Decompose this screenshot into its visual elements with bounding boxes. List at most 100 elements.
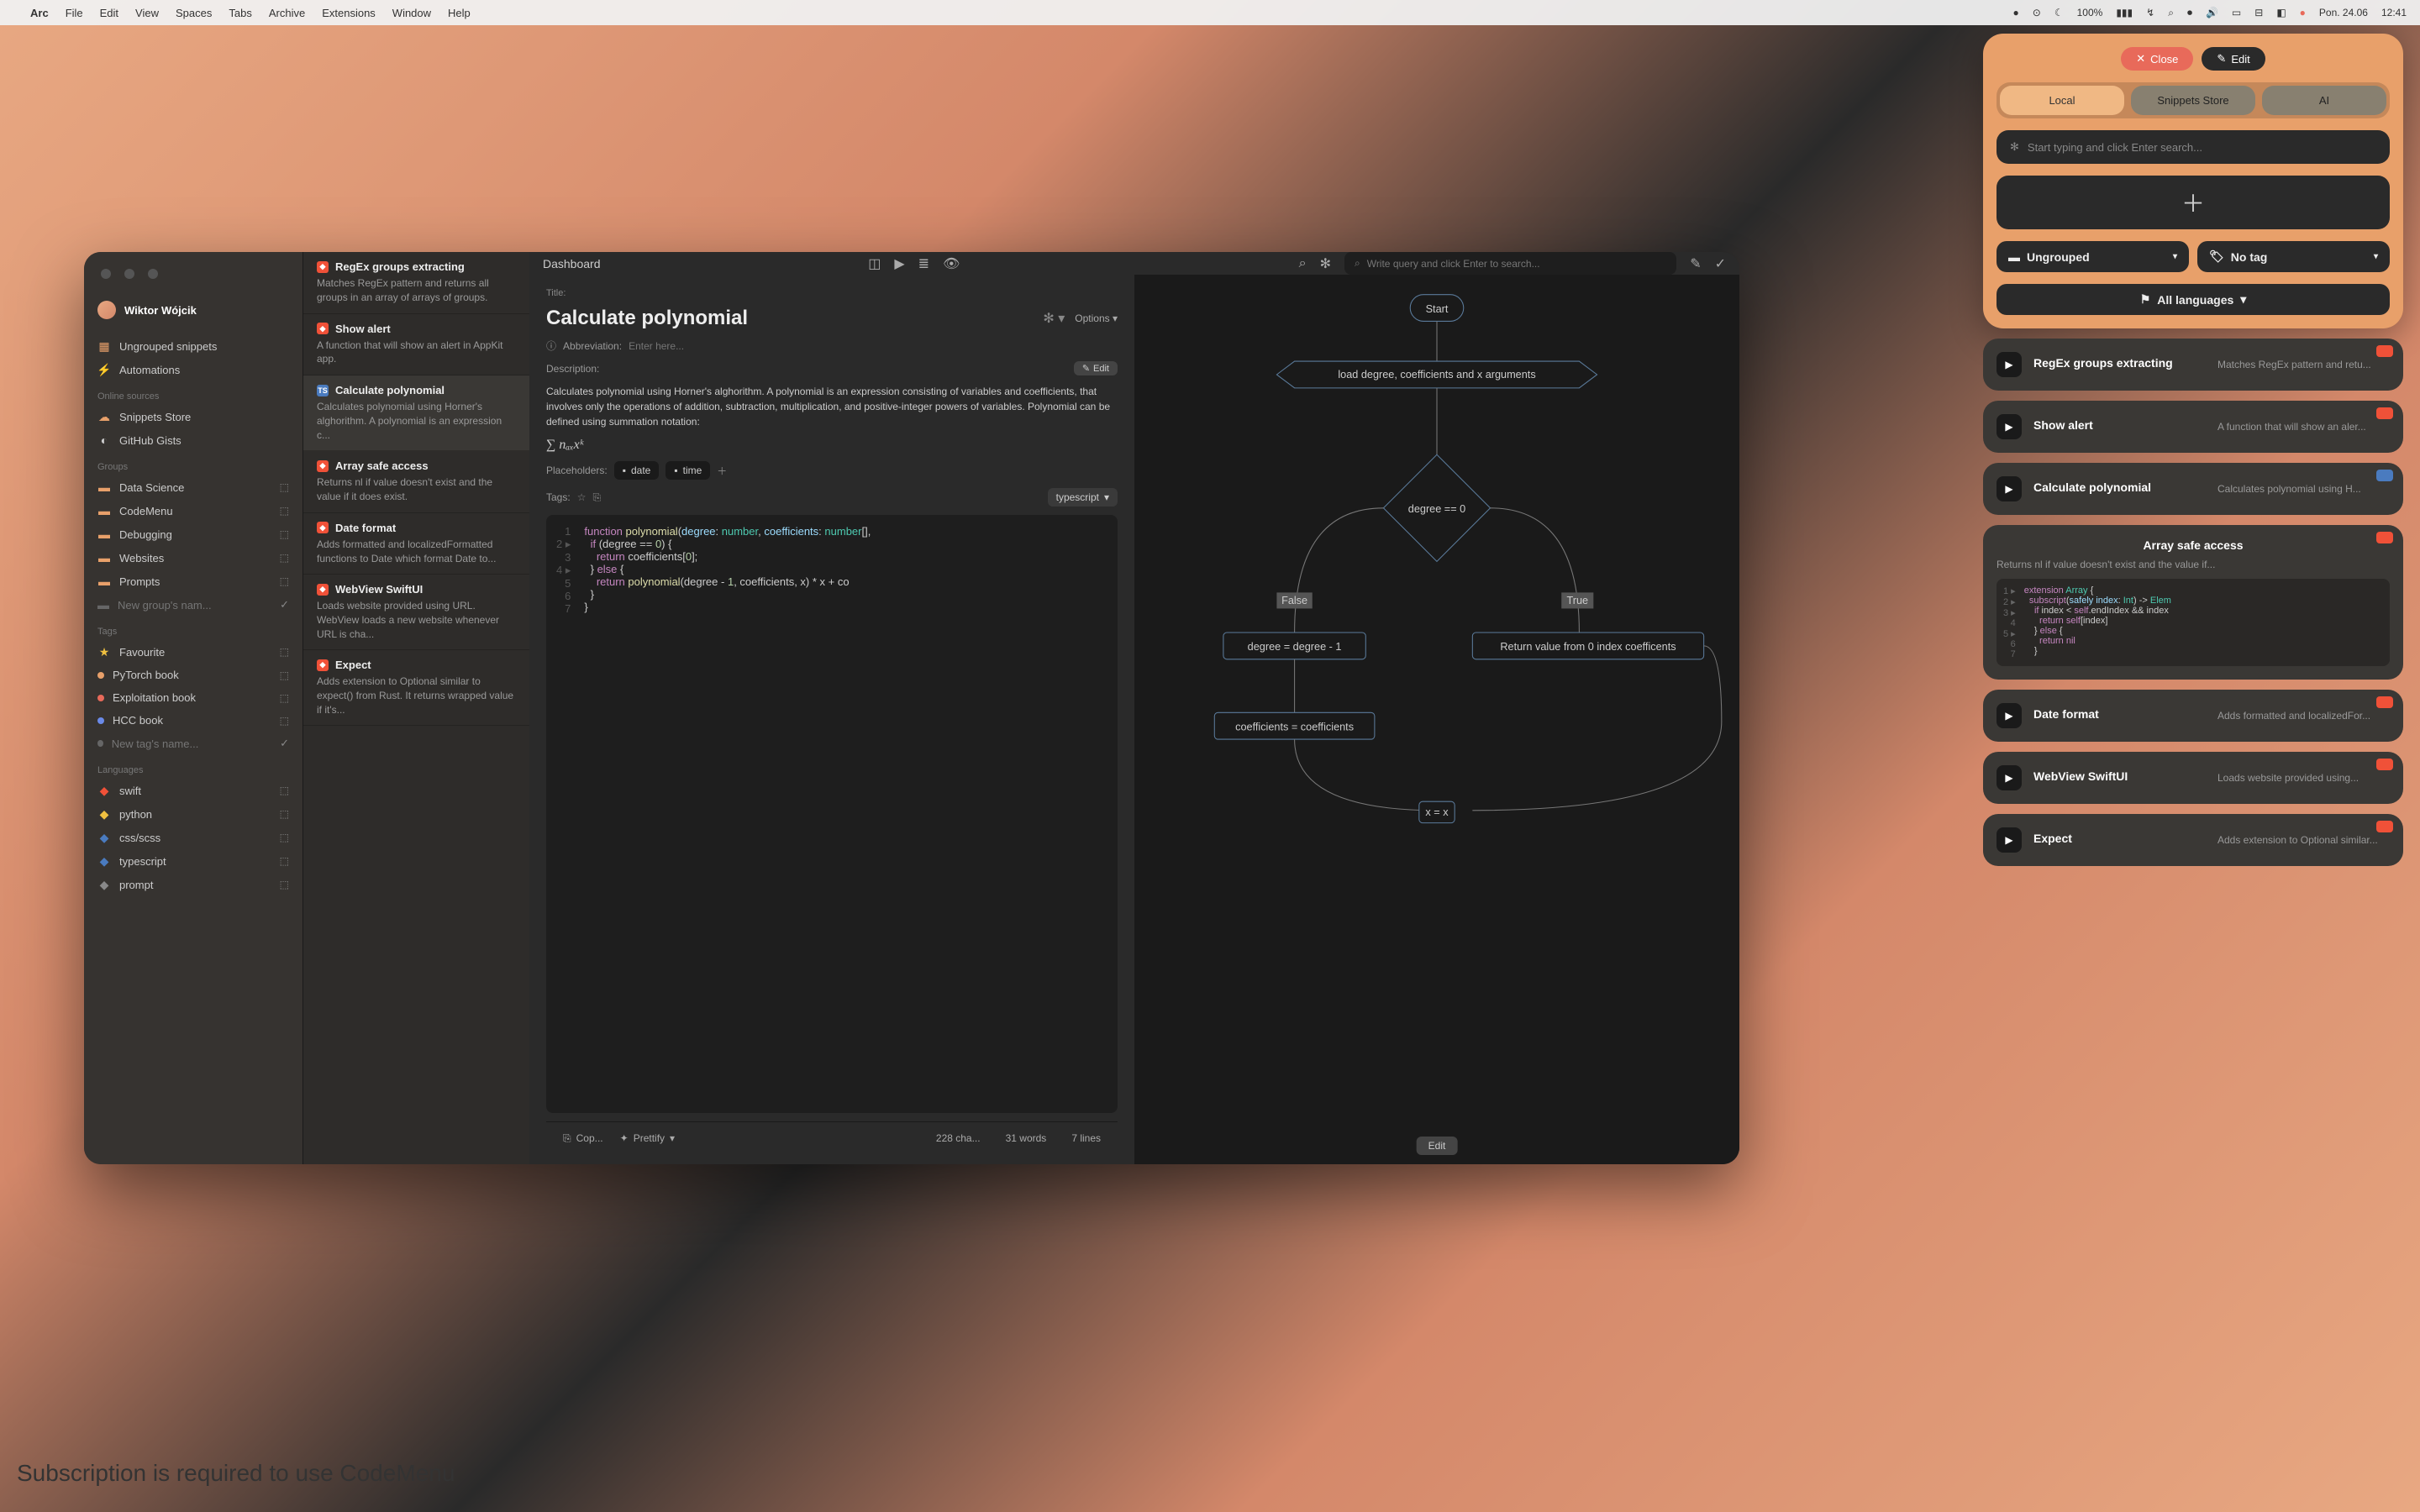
- volume-icon[interactable]: 🔊: [2206, 7, 2218, 18]
- play-button[interactable]: ▶: [1996, 414, 2022, 439]
- new-tag-input[interactable]: ✓: [84, 732, 302, 755]
- placeholder-chip[interactable]: ▪ time: [666, 461, 710, 480]
- language-select[interactable]: typescript ▾: [1048, 488, 1118, 507]
- snippet-card[interactable]: ▶Calculate polynomialCalculates polynomi…: [1983, 463, 2403, 515]
- abbreviation-input[interactable]: [629, 340, 759, 352]
- eye-icon[interactable]: 👁: [943, 255, 960, 272]
- menu-extensions[interactable]: Extensions: [322, 7, 376, 19]
- play-button[interactable]: ▶: [1996, 827, 2022, 853]
- add-placeholder[interactable]: ＋: [717, 464, 727, 478]
- group-item[interactable]: ▬Data Science⬚: [84, 475, 302, 499]
- nav-github-gists[interactable]: ◐GitHub Gists: [84, 428, 302, 452]
- search-icon[interactable]: ⌕: [2168, 7, 2174, 19]
- play-button[interactable]: ▶: [1996, 765, 2022, 790]
- tab-store[interactable]: Snippets Store: [2131, 86, 2255, 115]
- panel-search[interactable]: ✻Start typing and click Enter search...: [1996, 130, 2390, 164]
- edit-description-button[interactable]: ✎ Edit: [1074, 361, 1118, 375]
- menu-spaces[interactable]: Spaces: [176, 7, 212, 19]
- app-name[interactable]: Arc: [30, 7, 49, 19]
- date[interactable]: Pon. 24.06: [2319, 7, 2368, 18]
- time[interactable]: 12:41: [2381, 7, 2407, 18]
- maximize-window[interactable]: [148, 269, 158, 279]
- search-icon[interactable]: ⌕: [1299, 256, 1307, 271]
- snippet-card-expanded[interactable]: Array safe access Returns nl if value do…: [1983, 525, 2403, 680]
- tray-icon[interactable]: ▭: [2232, 7, 2241, 18]
- brain-icon[interactable]: ✻: [1320, 255, 1331, 272]
- group-item[interactable]: ▬Prompts⬚: [84, 570, 302, 593]
- group-filter[interactable]: ▬Ungrouped▾: [1996, 241, 2189, 272]
- menu-tabs[interactable]: Tabs: [229, 7, 251, 19]
- play-button[interactable]: ▶: [1996, 703, 2022, 728]
- tag-item[interactable]: PyTorch book⬚: [84, 664, 302, 686]
- check-icon[interactable]: ✓: [1715, 255, 1726, 272]
- snippet-item[interactable]: ◆ExpectAdds extension to Optional simila…: [303, 650, 529, 726]
- tag-item[interactable]: HCC book⬚: [84, 709, 302, 732]
- snippet-item[interactable]: ◆RegEx groups extractingMatches RegEx pa…: [303, 252, 529, 314]
- new-group-field[interactable]: [118, 599, 271, 612]
- group-item[interactable]: ▬Debugging⬚: [84, 522, 302, 546]
- menu-help[interactable]: Help: [448, 7, 471, 19]
- tag-item[interactable]: ★Favourite⬚: [84, 640, 302, 664]
- menu-window[interactable]: Window: [392, 7, 431, 19]
- play-icon[interactable]: ▶: [894, 255, 904, 272]
- play-button[interactable]: ▶: [1996, 476, 2022, 501]
- tab-local[interactable]: Local: [2000, 86, 2124, 115]
- bluetooth-icon[interactable]: ↯: [2146, 7, 2154, 18]
- snippet-card[interactable]: ▶Date formatAdds formatted and localized…: [1983, 690, 2403, 742]
- menu-edit[interactable]: Edit: [100, 7, 118, 19]
- minimize-window[interactable]: [124, 269, 134, 279]
- snippet-item[interactable]: ◆WebView SwiftUILoads website provided u…: [303, 575, 529, 650]
- nav-snippets-store[interactable]: ☁Snippets Store: [84, 405, 302, 428]
- app-icon[interactable]: ◧: [2276, 7, 2286, 18]
- lang-item[interactable]: ◆python⬚: [84, 802, 302, 826]
- check-icon[interactable]: ✓: [280, 737, 289, 750]
- edit-button[interactable]: ✎ Edit: [2202, 47, 2265, 71]
- new-group-input[interactable]: ▬✓: [84, 593, 302, 617]
- link-icon[interactable]: ⎘: [592, 491, 601, 504]
- snippet-card[interactable]: ▶ExpectAdds extension to Optional simila…: [1983, 814, 2403, 866]
- snippet-card[interactable]: ▶Show alertA function that will show an …: [1983, 401, 2403, 453]
- cloud-icon[interactable]: ⊙: [2033, 7, 2041, 18]
- stack-icon[interactable]: ≣: [918, 255, 929, 272]
- check-icon[interactable]: ✓: [280, 598, 289, 612]
- lang-item[interactable]: ◆typescript⬚: [84, 849, 302, 873]
- new-tag-field[interactable]: [112, 738, 271, 750]
- add-snippet-button[interactable]: ＋: [1996, 176, 2390, 229]
- snippet-item[interactable]: ◆Show alertA function that will show an …: [303, 314, 529, 376]
- tab-ai[interactable]: AI: [2262, 86, 2386, 115]
- language-filter[interactable]: ⚑All languages ▾: [1996, 284, 2390, 315]
- menu-view[interactable]: View: [135, 7, 159, 19]
- snippet-item[interactable]: ◆Array safe accessReturns nl if value do…: [303, 451, 529, 513]
- star-icon[interactable]: ☆: [577, 491, 587, 503]
- lang-item[interactable]: ◆prompt⬚: [84, 873, 302, 896]
- snippet-item-selected[interactable]: TSCalculate polynomialCalculates polynom…: [303, 375, 529, 451]
- copy-button[interactable]: ⎘ Cop...: [563, 1132, 603, 1145]
- dot-icon[interactable]: ●: [2300, 7, 2306, 18]
- mic-icon[interactable]: ⏺: [2187, 7, 2192, 19]
- snippet-card[interactable]: ▶WebView SwiftUILoads website provided u…: [1983, 752, 2403, 804]
- prettify-button[interactable]: ✦ Prettify ▾: [620, 1132, 675, 1144]
- lang-item[interactable]: ◆css/scss⬚: [84, 826, 302, 849]
- sidebar-toggle-icon[interactable]: ◫: [868, 255, 881, 272]
- menu-file[interactable]: File: [66, 7, 83, 19]
- control-center-icon[interactable]: ⊟: [2254, 7, 2263, 18]
- placeholder-chip[interactable]: ▪ date: [614, 461, 660, 480]
- close-button[interactable]: ✕ Close: [2121, 47, 2193, 71]
- lang-item[interactable]: ◆swift⬚: [84, 779, 302, 802]
- snippet-item[interactable]: ◆Date formatAdds formatted and localized…: [303, 513, 529, 575]
- group-item[interactable]: ▬CodeMenu⬚: [84, 499, 302, 522]
- record-icon[interactable]: ●: [2013, 7, 2019, 18]
- group-item[interactable]: ▬Websites⬚: [84, 546, 302, 570]
- ai-icon[interactable]: ✻ ▾: [1043, 310, 1065, 327]
- nav-ungrouped[interactable]: ▦Ungrouped snippets: [84, 334, 302, 358]
- search-input[interactable]: ⌕Write query and click Enter to search..…: [1344, 252, 1676, 275]
- nav-automations[interactable]: ⚡Automations: [84, 358, 302, 381]
- close-window[interactable]: [101, 269, 111, 279]
- moon-icon[interactable]: ☾: [2054, 7, 2064, 18]
- menu-archive[interactable]: Archive: [269, 7, 305, 19]
- options-menu[interactable]: Options ▾: [1075, 312, 1118, 324]
- user-profile[interactable]: Wiktor Wójcik: [84, 294, 302, 326]
- compose-icon[interactable]: ✎: [1690, 255, 1701, 272]
- play-button[interactable]: ▶: [1996, 352, 2022, 377]
- snippet-card[interactable]: ▶RegEx groups extractingMatches RegEx pa…: [1983, 339, 2403, 391]
